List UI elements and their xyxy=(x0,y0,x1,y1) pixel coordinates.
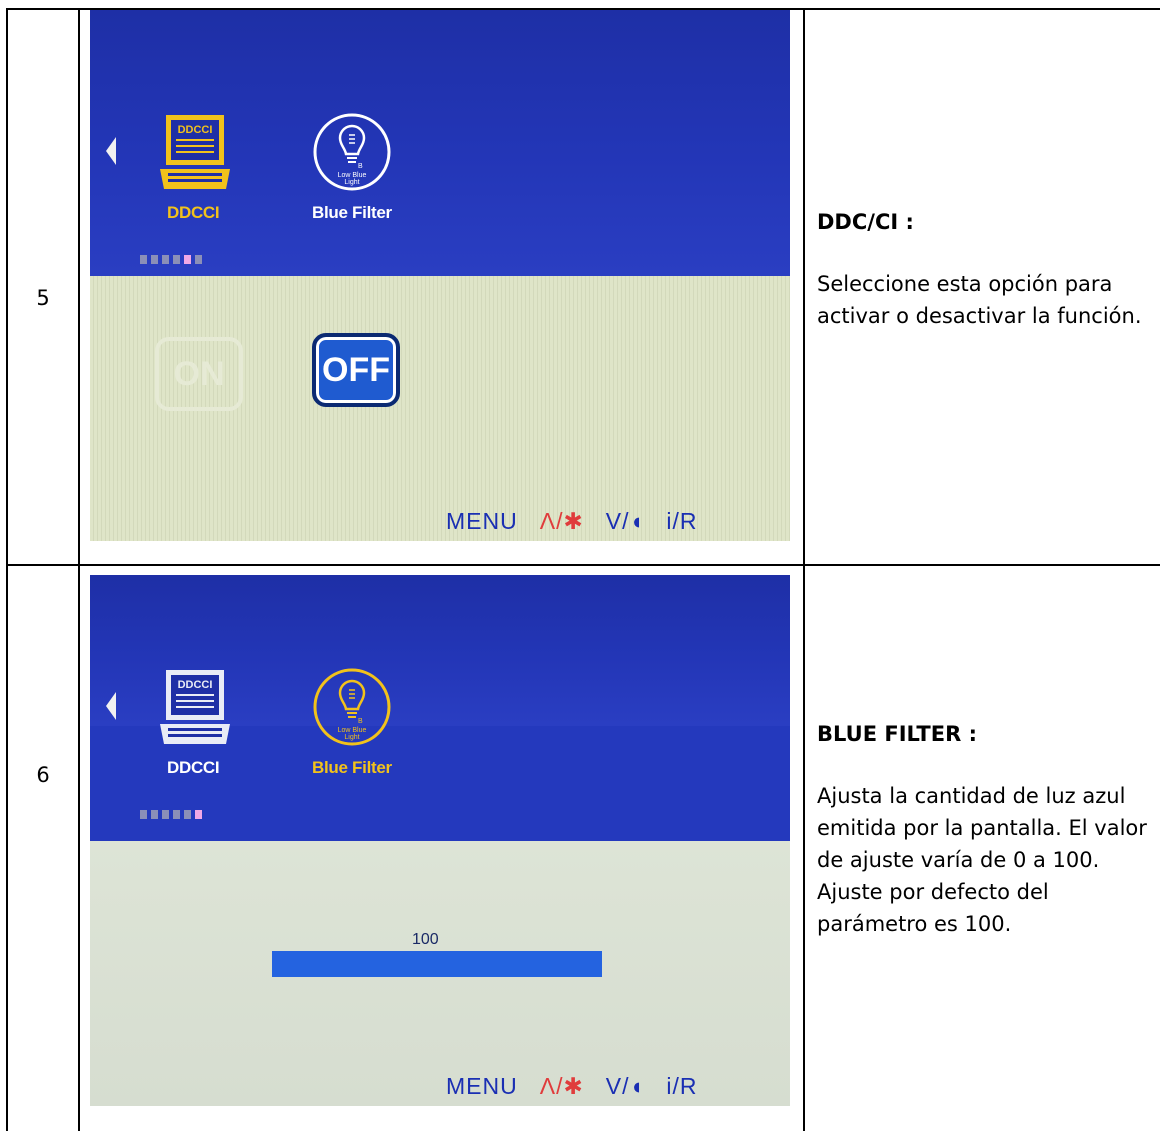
section-body: Seleccione esta opción para activar o de… xyxy=(817,272,1142,328)
icon-text: DDCCI xyxy=(178,124,213,136)
svg-text:Low Blue: Low Blue xyxy=(338,727,367,734)
menu-item-ddcci-label: DDCCI xyxy=(167,203,220,222)
off-button[interactable]: OFF xyxy=(312,333,400,407)
row-number: 6 xyxy=(36,763,50,787)
on-button[interactable]: ON xyxy=(155,337,243,411)
page-indicator xyxy=(140,255,202,264)
osd-footer: MENU Λ/✱ V/◖ i/R xyxy=(446,1073,698,1100)
table-row-divider xyxy=(6,564,1160,566)
monitor-icon[interactable]: DDCCI xyxy=(158,113,232,199)
left-arrow-icon xyxy=(106,692,116,720)
menu-item-blue-filter-label: Blue Filter xyxy=(312,758,392,777)
osd-footer: MENU Λ/✱ V/◖ i/R xyxy=(446,508,698,535)
menu-key-label: MENU xyxy=(446,1073,518,1099)
menu-key-label: MENU xyxy=(446,508,518,534)
svg-text:Light: Light xyxy=(344,179,359,186)
slider-fill xyxy=(272,951,602,977)
section-title: BLUE FILTER : xyxy=(817,722,977,746)
svg-text:B: B xyxy=(358,163,363,170)
bulb-icon[interactable]: B Low Blue Light xyxy=(312,663,392,753)
up-key-label: Λ/✱ xyxy=(539,508,584,534)
ir-key-label: i/R xyxy=(666,508,698,534)
row-description: BLUE FILTER : Ajusta la cantidad de luz … xyxy=(817,718,1159,940)
monitor-icon[interactable]: DDCCI xyxy=(158,668,232,754)
slider-value: 100 xyxy=(412,931,439,948)
down-key-label: V/◖ xyxy=(605,508,645,534)
svg-text:Low Blue: Low Blue xyxy=(338,172,367,179)
osd-screenshot-ddcci: DDCCI DDCCI B Low Blue Light Blue Filter… xyxy=(90,10,790,541)
table-left-border xyxy=(6,8,8,1131)
ir-key-label: i/R xyxy=(666,1073,698,1099)
up-key-label: Λ/✱ xyxy=(539,1073,584,1099)
down-key-label: V/◖ xyxy=(605,1073,645,1099)
blue-filter-slider[interactable] xyxy=(272,951,602,977)
row-description: DDC/CI : Seleccione esta opción para act… xyxy=(817,206,1159,332)
bulb-icon[interactable]: B Low Blue Light xyxy=(312,108,392,198)
icon-text: DDCCI xyxy=(178,679,213,691)
table-col-divider-1 xyxy=(78,8,80,1131)
row-number: 5 xyxy=(36,286,50,310)
menu-item-blue-filter-label: Blue Filter xyxy=(312,203,392,222)
left-arrow-icon xyxy=(106,137,116,165)
osd-screenshot-blue-filter: DDCCI DDCCI B Low Blue Light Blue Filter… xyxy=(90,575,790,1106)
section-title: DDC/CI : xyxy=(817,210,914,234)
section-body: Ajusta la cantidad de luz azul emitida p… xyxy=(817,784,1147,936)
table-col-divider-2 xyxy=(803,8,805,1131)
page-indicator xyxy=(140,810,202,819)
svg-text:B: B xyxy=(358,718,363,725)
menu-item-ddcci-label: DDCCI xyxy=(167,758,220,777)
svg-text:Light: Light xyxy=(344,734,359,741)
